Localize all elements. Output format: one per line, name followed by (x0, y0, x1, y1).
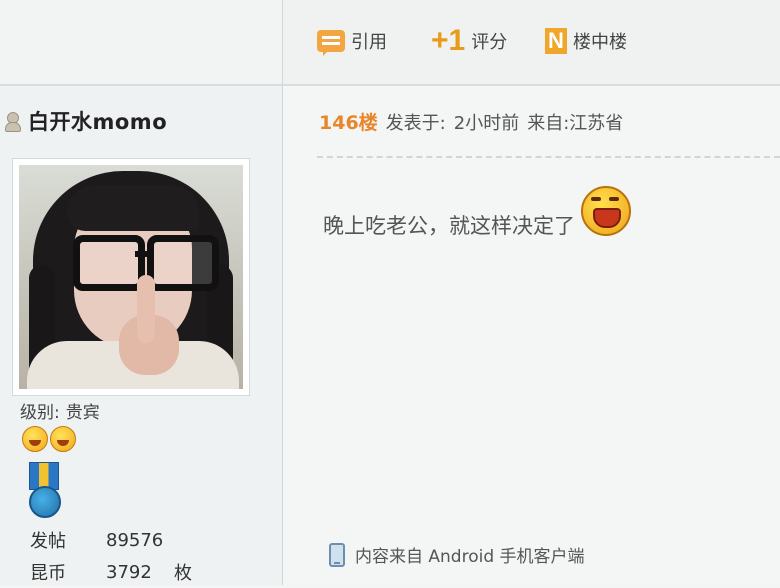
post-source: 内容来自 Android 手机客户端 (329, 542, 585, 567)
stat-label: 昆币 (30, 563, 66, 584)
user-level: 级别: 贵宾 (20, 398, 100, 423)
stat-unit: 枚 (174, 563, 192, 584)
posted-prefix: 发表于: (385, 112, 446, 134)
level-badges (22, 426, 76, 452)
level-face-icon (50, 426, 76, 452)
post-toolbar: 引用 +1 评分 N 楼中楼 (283, 0, 780, 86)
avatar-image (19, 165, 243, 389)
floor-number[interactable]: 146楼 (319, 108, 378, 135)
post-text: 晚上吃老公，就这样决定了 (323, 214, 575, 238)
posted-time: 2小时前 (453, 112, 520, 134)
user-sidebar: 白开水momo 级别: 贵宾 发帖 89576 昆币 3792 枚 (0, 0, 283, 585)
post-main: 引用 +1 评分 N 楼中楼 146楼 发表于: 2小时前 来自:江苏省 晚上吃… (283, 0, 780, 585)
laugh-emoticon-icon (581, 186, 631, 236)
stat-posts: 发帖 89576 (30, 524, 192, 556)
floor-reply-label: 楼中楼 (573, 32, 627, 53)
stat-value: 3792 (106, 561, 152, 583)
level-label: 级别: (20, 403, 60, 423)
level-face-icon (22, 426, 48, 452)
rate-label: 评分 (471, 32, 508, 53)
post-content: 晚上吃老公，就这样决定了 (323, 186, 631, 240)
plus-one-icon: +1 (431, 24, 466, 57)
user-icon (4, 111, 21, 132)
username-row: 白开水momo (4, 105, 167, 137)
source-text[interactable]: 内容来自 Android 手机客户端 (355, 542, 585, 567)
quote-button[interactable]: 引用 (317, 24, 387, 58)
divider (317, 156, 780, 158)
medal-icon[interactable] (24, 462, 62, 522)
stat-coins: 昆币 3792 枚 (30, 556, 192, 588)
user-stats: 发帖 89576 昆币 3792 枚 (30, 524, 192, 588)
floor-icon: N (545, 28, 567, 54)
level-value: 贵宾 (65, 403, 100, 423)
quote-label: 引用 (351, 32, 387, 53)
stat-value: 89576 (106, 529, 164, 551)
quote-icon (317, 30, 345, 56)
username-link[interactable]: 白开水momo (28, 106, 167, 136)
floor-reply-button[interactable]: N 楼中楼 (545, 24, 627, 58)
stat-label: 发帖 (30, 531, 66, 552)
phone-icon (329, 542, 345, 567)
avatar[interactable] (12, 158, 250, 396)
rate-button[interactable]: +1 评分 (431, 24, 507, 58)
post-meta: 146楼 发表于: 2小时前 来自:江苏省 (319, 108, 623, 135)
post-location: 来自:江苏省 (527, 112, 624, 134)
sidebar-top-strip (0, 0, 282, 86)
